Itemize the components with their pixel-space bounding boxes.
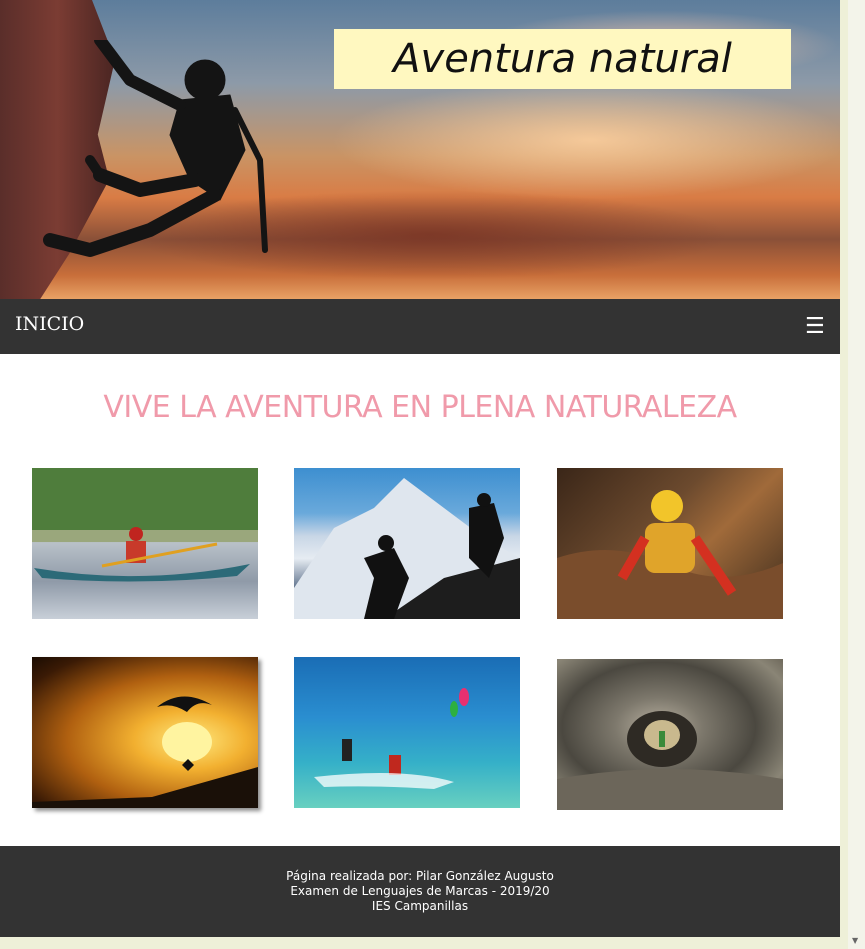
nav-home-link[interactable]: INICIO [15,313,84,335]
page: Aventura natural INICIO ☰ VIVE LA AVENTU… [0,0,840,937]
kitesurf-photo [294,657,520,808]
header-banner: Aventura natural [0,0,840,299]
mountain-hikers-photo [294,468,520,619]
footer-course: Examen de Lenguajes de Marcas - 2019/20 [290,884,550,898]
kayak-photo [32,468,258,619]
paragliding-sunset-photo [32,657,258,808]
banner-cloud [330,80,840,200]
site-title: Aventura natural [334,29,791,89]
climber-silhouette-icon [43,40,268,257]
cave-tunnel-photo [557,659,783,810]
page-footer: Página realizada por: Pilar González Aug… [0,846,840,937]
hamburger-menu-icon[interactable]: ☰ [805,314,825,339]
page-scrollbar[interactable] [848,0,865,949]
footer-school: IES Campanillas [371,899,469,913]
footer-author: Página realizada por: Pilar González Aug… [286,869,554,883]
main-navbar: INICIO ☰ [0,299,840,354]
scroll-down-arrow-icon[interactable]: ▼ [852,936,858,945]
caving-photo [557,468,783,619]
page-heading: VIVE LA AVENTURA EN PLENA NATURALEZA [103,390,737,425]
